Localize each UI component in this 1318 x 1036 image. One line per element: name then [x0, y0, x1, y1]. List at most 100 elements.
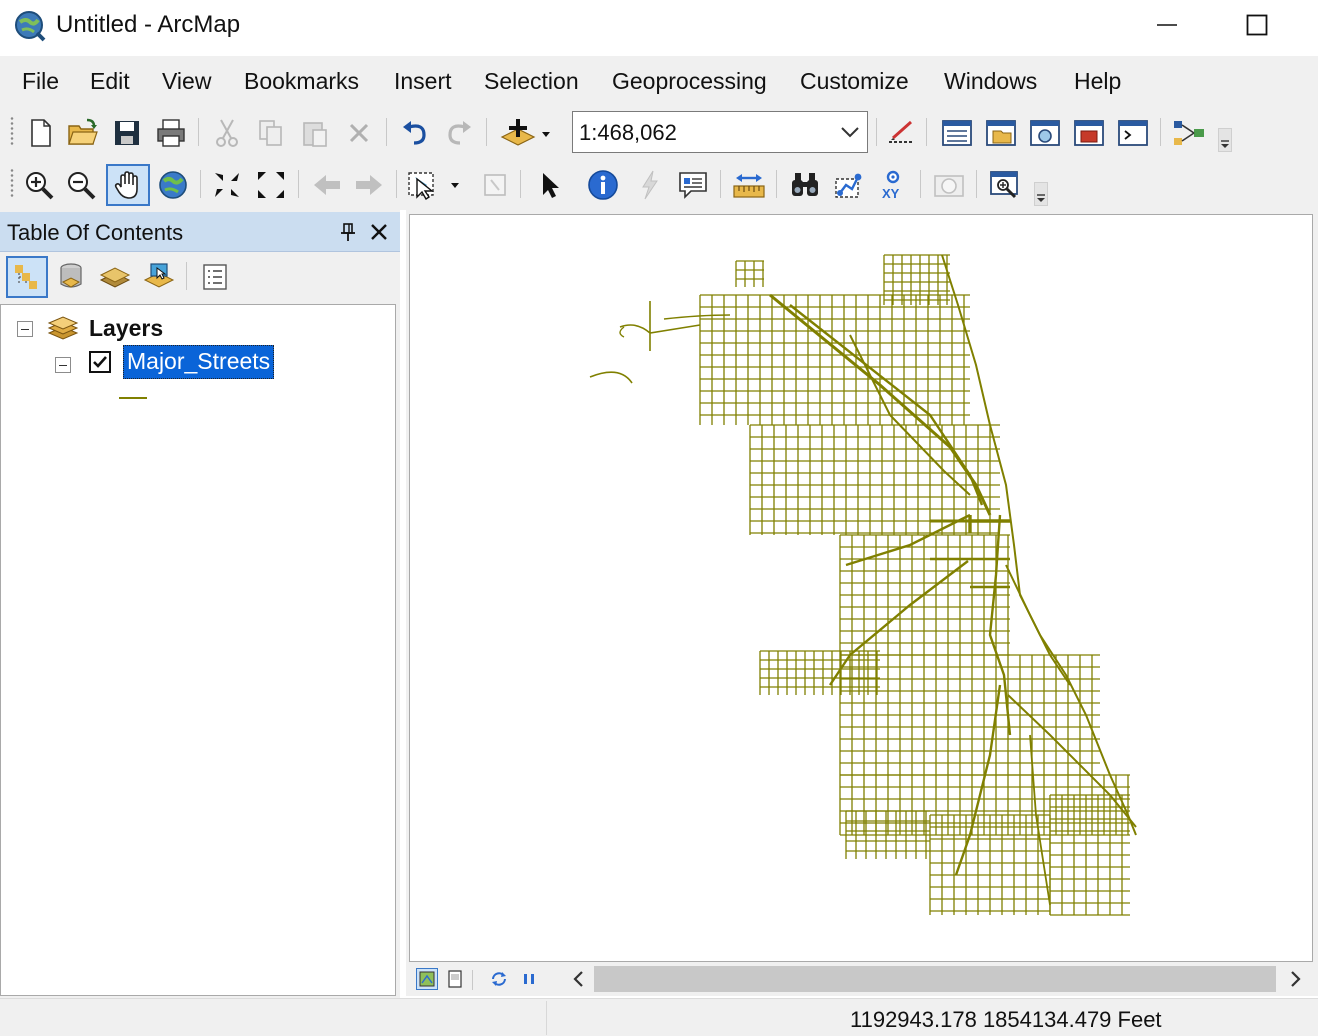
- table-of-contents-button[interactable]: [938, 114, 976, 152]
- list-by-source-button[interactable]: [52, 258, 90, 296]
- menu-edit[interactable]: Edit: [90, 68, 130, 95]
- scroll-right-button[interactable]: [1284, 966, 1308, 992]
- fixed-zoom-in-icon: [215, 173, 239, 197]
- fixed-zoom-out-button[interactable]: [252, 166, 290, 204]
- menu-bookmarks[interactable]: Bookmarks: [244, 68, 359, 95]
- list-by-drawing-order-button[interactable]: [6, 256, 48, 298]
- chevron-right-icon: [1291, 971, 1301, 987]
- collapse-layers-button[interactable]: [17, 321, 33, 337]
- close-icon: [371, 224, 387, 240]
- python-window-button[interactable]: [1114, 114, 1152, 152]
- list-by-selection-button[interactable]: [140, 258, 178, 296]
- modelbuilder-button[interactable]: [1170, 114, 1208, 152]
- cut-icon: [216, 119, 238, 147]
- minimize-button[interactable]: [1122, 0, 1212, 50]
- pan-icon: [114, 171, 138, 199]
- paste-icon: [303, 122, 327, 147]
- fixed-zoom-out-icon: [258, 172, 284, 198]
- pan-button[interactable]: [106, 164, 150, 206]
- list-by-visibility-icon: [99, 267, 131, 288]
- html-popup-button[interactable]: [674, 166, 712, 204]
- fixed-zoom-in-button[interactable]: [208, 166, 246, 204]
- toc-toolbar: [0, 254, 400, 300]
- street-segment: [699, 294, 970, 425]
- find-button[interactable]: [786, 166, 824, 204]
- catalog-window-button[interactable]: [982, 114, 1020, 152]
- data-frame-label[interactable]: Layers: [89, 315, 163, 342]
- save-button[interactable]: [108, 114, 146, 152]
- pause-drawing-button[interactable]: [518, 968, 540, 990]
- layout-view-button[interactable]: [444, 968, 466, 990]
- maximize-button[interactable]: [1212, 0, 1302, 50]
- toolbar-overflow-button[interactable]: [1218, 128, 1232, 152]
- hyperlink-icon: [642, 170, 658, 200]
- list-by-drawing-order-icon: [15, 265, 37, 289]
- layer-symbol[interactable]: [119, 397, 147, 399]
- svg-text:XY: XY: [882, 186, 900, 201]
- select-elements-button[interactable]: [530, 166, 568, 204]
- full-extent-button[interactable]: [154, 166, 192, 204]
- create-viewer-window-button[interactable]: [986, 166, 1024, 204]
- menu-customize[interactable]: Customize: [800, 68, 909, 95]
- toc-title: Table Of Contents: [7, 220, 184, 245]
- undo-button[interactable]: [396, 114, 434, 152]
- data-view-button[interactable]: [416, 968, 438, 990]
- go-to-xy-icon: XY: [882, 170, 900, 201]
- select-features-button[interactable]: [404, 166, 466, 204]
- search-window-button[interactable]: [1026, 114, 1064, 152]
- collapse-layer-button[interactable]: [55, 357, 71, 373]
- layers-data-frame-icon: [47, 316, 79, 340]
- arctoolbox-icon: [1074, 120, 1104, 146]
- identify-button[interactable]: [584, 166, 622, 204]
- hyperlink-button: [630, 166, 668, 204]
- go-forward-icon: [356, 175, 382, 195]
- zoom-out-button[interactable]: [62, 166, 100, 204]
- toolbar-grip[interactable]: [10, 116, 14, 146]
- go-forward-button: [350, 166, 388, 204]
- map-canvas[interactable]: [409, 214, 1313, 962]
- chevron-down-icon: [1221, 140, 1229, 148]
- options-icon: [203, 264, 227, 290]
- zoom-in-button[interactable]: [20, 166, 58, 204]
- add-data-button[interactable]: [494, 114, 558, 152]
- go-to-xy-button[interactable]: XY: [874, 166, 912, 204]
- menu-geoprocessing[interactable]: Geoprocessing: [612, 68, 767, 95]
- find-route-button[interactable]: [830, 166, 868, 204]
- measure-button[interactable]: [730, 166, 768, 204]
- horizontal-scrollbar[interactable]: [594, 966, 1276, 992]
- menu-help[interactable]: Help: [1074, 68, 1121, 95]
- redo-button: [440, 114, 478, 152]
- editor-toolbar-icon: [889, 120, 913, 143]
- layer-name-major-streets[interactable]: Major_Streets: [123, 345, 275, 379]
- toc-options-button[interactable]: [196, 258, 234, 296]
- select-features-icon: [408, 172, 459, 200]
- scroll-left-button[interactable]: [566, 966, 590, 992]
- menu-windows[interactable]: Windows: [944, 68, 1037, 95]
- menu-insert[interactable]: Insert: [394, 68, 452, 95]
- arctoolbox-button[interactable]: [1070, 114, 1108, 152]
- layer-visibility-checkbox[interactable]: [89, 351, 111, 373]
- editor-toolbar-button[interactable]: [882, 114, 920, 152]
- toc-close-button[interactable]: [366, 218, 392, 246]
- auto-hide-button[interactable]: [336, 218, 360, 246]
- toolbar-overflow-button[interactable]: [1034, 182, 1048, 206]
- clear-selection-icon: [484, 174, 506, 196]
- map-scale-dropdown[interactable]: 1:468,062: [572, 111, 868, 153]
- new-document-button[interactable]: [22, 114, 60, 152]
- table-of-contents-icon: [942, 120, 972, 146]
- python-window-icon: [1118, 120, 1148, 146]
- street-segment: [988, 514, 1012, 736]
- refresh-button[interactable]: [488, 968, 510, 990]
- print-button[interactable]: [152, 114, 190, 152]
- arcmap-globe-icon: [15, 11, 46, 42]
- menu-view[interactable]: View: [162, 68, 211, 95]
- toolbar-grip[interactable]: [10, 168, 14, 198]
- menu-file[interactable]: File: [22, 68, 59, 95]
- window-title: Untitled - ArcMap: [56, 11, 241, 38]
- refresh-icon: [492, 972, 506, 986]
- menu-selection[interactable]: Selection: [484, 68, 579, 95]
- create-viewer-window-icon: [990, 171, 1018, 199]
- list-by-selection-icon: [143, 263, 175, 288]
- list-by-visibility-button[interactable]: [96, 258, 134, 296]
- open-button[interactable]: [64, 114, 102, 152]
